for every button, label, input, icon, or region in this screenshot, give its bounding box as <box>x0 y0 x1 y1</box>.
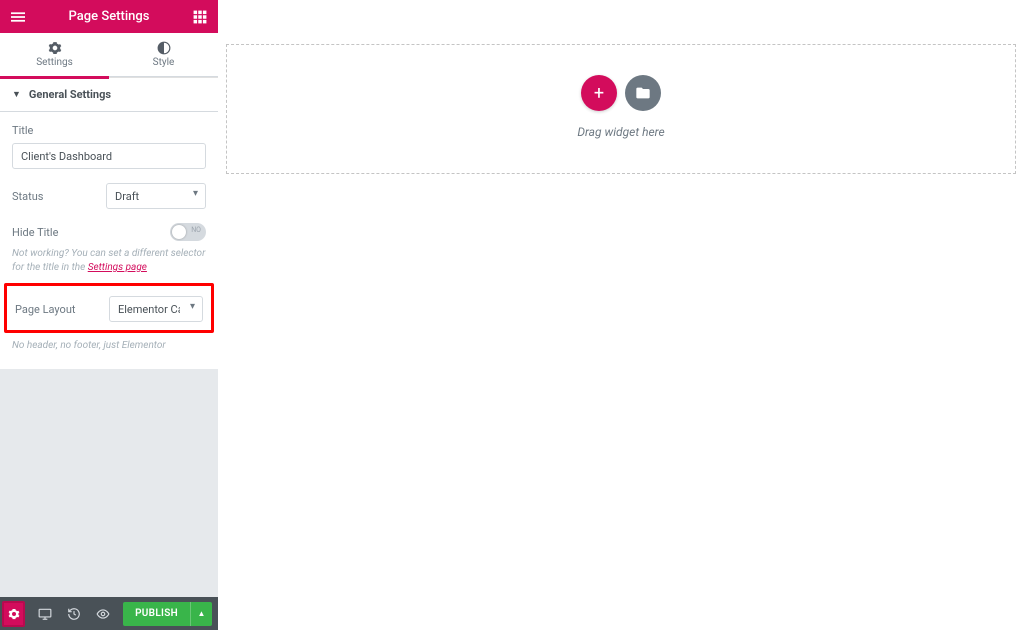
tab-style-label: Style <box>153 57 175 68</box>
hide-title-label: Hide Title <box>12 226 58 239</box>
footer-preview-button[interactable] <box>94 603 113 625</box>
sidebar-footer: PUBLISH ▲ <box>0 597 218 630</box>
hamburger-menu-icon[interactable] <box>8 7 28 27</box>
section-general-settings[interactable]: ▼ General Settings <box>0 77 218 112</box>
gear-icon <box>48 41 62 55</box>
folder-icon <box>635 85 651 101</box>
page-layout-hint: No header, no footer, just Elementor <box>12 339 206 353</box>
canvas-dropzone[interactable]: + Drag widget here <box>226 44 1016 174</box>
add-section-button[interactable]: + <box>581 75 617 111</box>
settings-page-link[interactable]: Settings page <box>88 262 147 273</box>
widget-grid-icon[interactable] <box>190 7 210 27</box>
page-layout-highlight: Page Layout Elementor Canvas <box>4 283 214 333</box>
status-select[interactable]: Draft <box>106 183 206 209</box>
field-title: Title <box>12 124 206 169</box>
field-hide-title: Hide Title NO <box>12 223 206 241</box>
publish-options-button[interactable]: ▲ <box>190 602 212 626</box>
chevron-up-icon: ▲ <box>198 609 206 618</box>
sidebar-tabs: Settings Style <box>0 33 218 77</box>
status-label: Status <box>12 190 98 203</box>
add-template-button[interactable] <box>625 75 661 111</box>
tab-settings[interactable]: Settings <box>0 33 109 76</box>
toggle-knob <box>172 225 186 239</box>
editor-canvas: + Drag widget here <box>218 0 1024 630</box>
page-layout-label: Page Layout <box>15 303 101 316</box>
footer-settings-button[interactable] <box>2 601 25 627</box>
hide-title-hint: Not working? You can set a different sel… <box>12 247 206 275</box>
dropzone-hint: Drag widget here <box>227 125 1015 139</box>
chevron-down-icon: ▼ <box>12 89 21 100</box>
field-page-layout: Page Layout Elementor Canvas <box>15 296 203 322</box>
tab-settings-label: Settings <box>36 57 73 68</box>
publish-button[interactable]: PUBLISH <box>123 602 190 626</box>
section-title: General Settings <box>29 88 111 101</box>
settings-panel: ▼ General Settings Title Status Draft <box>0 77 218 369</box>
page-layout-select[interactable]: Elementor Canvas <box>109 296 203 322</box>
contrast-icon <box>157 41 171 55</box>
title-input[interactable] <box>12 143 206 169</box>
sidebar-header: Page Settings <box>0 0 218 33</box>
sidebar-title: Page Settings <box>69 9 150 24</box>
plus-icon: + <box>594 83 604 104</box>
field-status: Status Draft <box>12 183 206 209</box>
tab-style[interactable]: Style <box>109 33 218 76</box>
toggle-state-text: NO <box>191 226 201 234</box>
footer-history-button[interactable] <box>65 603 84 625</box>
footer-responsive-button[interactable] <box>35 603 54 625</box>
hide-title-toggle[interactable]: NO <box>170 223 206 241</box>
title-label: Title <box>12 124 206 137</box>
elementor-sidebar: Page Settings Settings Style ▼ <box>0 0 218 630</box>
